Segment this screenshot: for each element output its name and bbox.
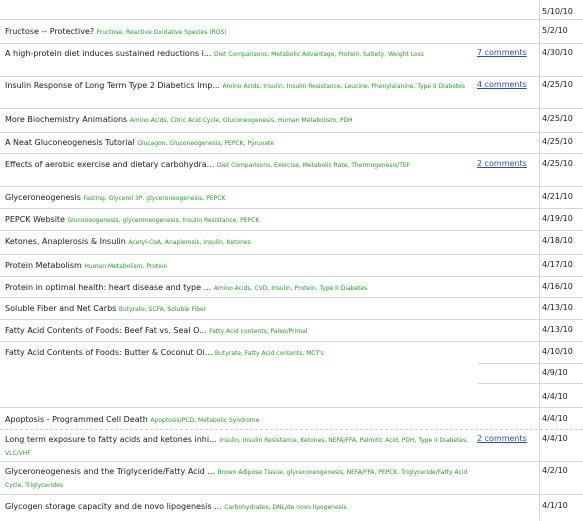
post-title[interactable]: Glyceroneogenesis bbox=[5, 193, 81, 202]
comments-link[interactable]: 2 comments bbox=[477, 159, 537, 168]
comments-link[interactable]: 7 comments bbox=[477, 48, 537, 57]
list-item: Ketones, Anaplerosis & Insulin Acetyl-Co… bbox=[0, 231, 583, 255]
post-date: 4/13/10 bbox=[542, 325, 573, 334]
post-title[interactable]: Fatty Acid Contents of Foods: Butter & C… bbox=[5, 348, 212, 357]
post-title[interactable]: Fatty Acid Contents of Foods: Beef Fat v… bbox=[5, 326, 207, 335]
list-item: Fatty Acid Contents of Foods: Butter & C… bbox=[0, 342, 583, 408]
post-date: 4/4/10 bbox=[542, 434, 568, 443]
post-date: 5/2/10 bbox=[542, 26, 568, 35]
list-item: Insulin Response of Long Term Type 2 Dia… bbox=[0, 77, 583, 109]
post-title[interactable]: A high-protein diet induces sustained re… bbox=[5, 49, 211, 58]
post-date: 4/4/10 bbox=[542, 392, 568, 401]
divider bbox=[478, 363, 583, 364]
list-item: Soluble Fiber and Net Carbs Butyrate, SC… bbox=[0, 298, 583, 320]
post-title[interactable]: Glycogen storage capacity and de novo li… bbox=[5, 502, 222, 511]
post-date: 4/21/10 bbox=[542, 192, 573, 201]
list-item: Protein in optimal health: heart disease… bbox=[0, 277, 583, 298]
post-title[interactable]: Insulin Response of Long Term Type 2 Dia… bbox=[5, 81, 220, 90]
post-date: 4/19/10 bbox=[542, 214, 573, 223]
post-title[interactable]: More Biochemistry Animations bbox=[5, 115, 127, 124]
post-tags[interactable]: Amino Acids, Insulin, Insulin Resistance… bbox=[223, 83, 466, 90]
comments-link[interactable]: 4 comments bbox=[477, 80, 537, 89]
list-item: Glyceroneogenesis and the Triglyceride/F… bbox=[0, 462, 583, 495]
list-item: Effects of aerobic exercise and dietary … bbox=[0, 154, 583, 187]
post-tags[interactable]: Human Metabolism, Protein bbox=[84, 263, 167, 270]
post-tags[interactable]: Diet Comparisons, Exercise, Metabolic Ra… bbox=[217, 162, 410, 169]
post-list: 5/10/10 Fructose -- Protective? Fructose… bbox=[0, 0, 583, 521]
post-date: 4/25/10 bbox=[542, 159, 573, 168]
list-item: A Neat Gluconeogenesis Tutorial Glucagon… bbox=[0, 133, 583, 154]
list-item: A high-protein diet induces sustained re… bbox=[0, 44, 583, 77]
post-date: 4/18/10 bbox=[542, 236, 573, 245]
post-date: 4/13/10 bbox=[542, 303, 573, 312]
post-tags[interactable]: Gluconeogenesis, glyceroneogenesis, Insu… bbox=[68, 217, 260, 224]
post-tags[interactable]: Amino Acids, Citric Acid Cycle, Gluconeo… bbox=[130, 117, 353, 124]
list-item: Fatty Acid Contents of Foods: Beef Fat v… bbox=[0, 320, 583, 342]
post-date: 4/25/10 bbox=[542, 137, 573, 146]
post-title[interactable]: Apoptosis - Programmed Cell Death bbox=[5, 415, 148, 424]
post-tags[interactable]: Amino Acids, CVD, Insulin, Protein, Type… bbox=[214, 285, 368, 292]
post-title[interactable]: Ketones, Anaplerosis & Insulin bbox=[5, 237, 126, 246]
post-title[interactable]: Effects of aerobic exercise and dietary … bbox=[5, 160, 214, 169]
post-tags[interactable]: Butyrate, Fatty Acid contents, MCT's bbox=[215, 350, 324, 357]
post-title[interactable]: A Neat Gluconeogenesis Tutorial bbox=[5, 138, 135, 147]
post-tags[interactable]: Carbohydrates, DNL/de novo lipogenesis bbox=[224, 504, 346, 511]
post-title[interactable]: Protein Metabolism bbox=[5, 261, 82, 270]
list-item: Glyceroneogenesis Fasting, Glycerol 3P, … bbox=[0, 187, 583, 209]
post-tags[interactable]: Butyrate, SCFA, Soluble Fiber bbox=[119, 306, 206, 313]
post-title[interactable]: Protein in optimal health: heart disease… bbox=[5, 283, 211, 292]
post-date: 4/10/10 bbox=[542, 347, 573, 356]
list-item: Long term exposure to fatty acids and ke… bbox=[0, 430, 583, 462]
post-title[interactable]: PEPCK Website bbox=[5, 215, 65, 224]
post-tags[interactable]: Fructose, Reactive Oxidative Species (RO… bbox=[97, 29, 227, 36]
list-item: 5/10/10 bbox=[0, 0, 583, 20]
list-item: Apoptosis - Programmed Cell Death Apopto… bbox=[0, 408, 583, 430]
post-tags[interactable]: Glucagon, Gluconeogenesis, PEPCK, Pyruva… bbox=[137, 140, 274, 147]
post-date: 4/9/10 bbox=[542, 368, 568, 377]
list-item: Fructose -- Protective? Fructose, Reacti… bbox=[0, 20, 583, 44]
post-title[interactable]: Glyceroneogenesis and the Triglyceride/F… bbox=[5, 467, 215, 476]
post-date: 4/2/10 bbox=[542, 466, 568, 475]
post-date: 4/25/10 bbox=[542, 114, 573, 123]
post-date: 4/1/10 bbox=[542, 501, 568, 510]
list-item: Protein Metabolism Human Metabolism, Pro… bbox=[0, 255, 583, 277]
list-item: More Biochemistry Animations Amino Acids… bbox=[0, 109, 583, 133]
post-date: 4/16/10 bbox=[542, 282, 573, 291]
post-date: 4/25/10 bbox=[542, 80, 573, 89]
post-tags[interactable]: Acetyl-CoA, Anaplerosis, Insulin, Ketone… bbox=[128, 239, 250, 246]
divider bbox=[478, 383, 583, 384]
post-title[interactable]: Fructose -- Protective? bbox=[5, 27, 94, 36]
post-title[interactable]: Soluble Fiber and Net Carbs bbox=[5, 304, 116, 313]
list-item: PEPCK Website Gluconeogenesis, glycerone… bbox=[0, 209, 583, 231]
comments-link[interactable]: 2 comments bbox=[477, 434, 537, 443]
post-tags[interactable]: Fatty Acid contents, Paleo/Primal bbox=[209, 328, 307, 335]
post-date: 4/4/10 bbox=[542, 414, 568, 423]
post-tags[interactable]: Diet Comparisons, Metabolic Advantage, P… bbox=[214, 51, 424, 58]
post-tags[interactable]: Apoptosis/PCD, Metabolic Syndrome bbox=[150, 417, 259, 424]
post-date: 4/30/10 bbox=[542, 48, 573, 57]
post-date: 4/17/10 bbox=[542, 260, 573, 269]
list-item: Glycogen storage capacity and de novo li… bbox=[0, 495, 583, 517]
post-tags[interactable]: Fasting, Glycerol 3P, glyceroneogenesis,… bbox=[83, 195, 225, 202]
post-date: 5/10/10 bbox=[542, 7, 573, 16]
post-title[interactable]: Long term exposure to fatty acids and ke… bbox=[5, 435, 217, 444]
